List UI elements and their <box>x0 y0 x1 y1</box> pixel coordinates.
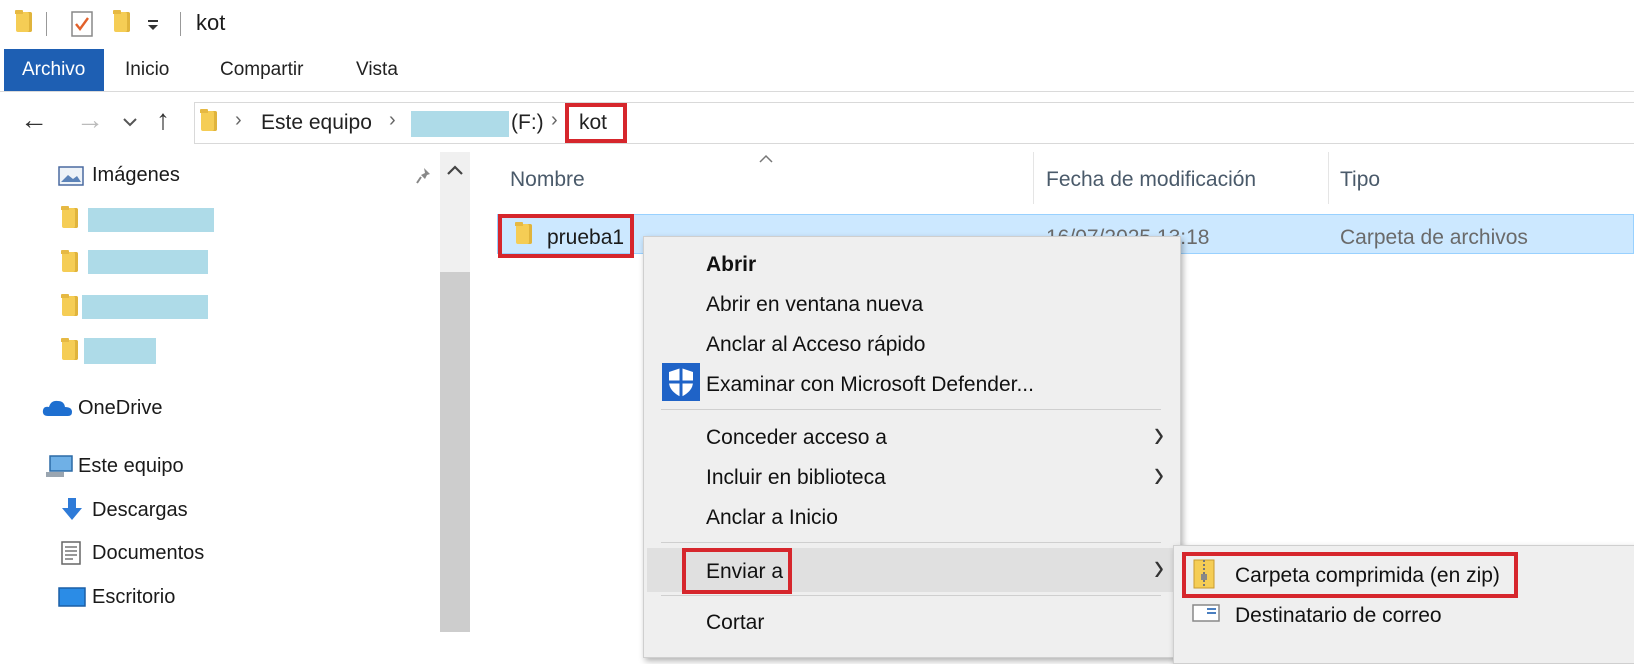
menu-separator <box>661 409 1161 410</box>
nav-scrollbar-thumb[interactable] <box>440 272 470 632</box>
menu-item-incluir-biblioteca[interactable]: Incluir en biblioteca <box>706 466 886 490</box>
title-bar: kot <box>0 0 1634 46</box>
breadcrumb-chevron-icon[interactable]: › <box>551 109 558 132</box>
nav-item-documentos[interactable]: Documentos <box>92 542 204 565</box>
submenu-item-destinatario-correo[interactable]: Destinatario de correo <box>1235 604 1442 628</box>
column-header-tipo[interactable]: Tipo <box>1340 168 1380 192</box>
folder-icon <box>61 294 78 316</box>
redacted-drive-label <box>411 111 509 137</box>
defender-shield-icon <box>662 363 700 401</box>
menu-item-anclar-acceso-rapido[interactable]: Anclar al Acceso rápido <box>706 333 925 357</box>
ribbon-tabs: Archivo Inicio Compartir Vista <box>0 49 1634 92</box>
up-button[interactable]: ↑ <box>156 104 170 136</box>
breadcrumb-chevron-icon[interactable]: › <box>235 109 242 132</box>
redacted-folder-name[interactable] <box>88 208 214 232</box>
redacted-folder-name[interactable] <box>84 338 156 364</box>
separator <box>180 12 181 36</box>
pin-icon[interactable] <box>414 166 434 186</box>
column-header-fecha[interactable]: Fecha de modificación <box>1046 168 1256 192</box>
folder-icon <box>15 10 32 32</box>
separator <box>46 12 47 36</box>
tab-archivo[interactable]: Archivo <box>4 49 104 91</box>
checklist-icon[interactable] <box>70 10 94 38</box>
folder-icon <box>61 206 78 228</box>
nav-item-imagenes[interactable]: Imágenes <box>92 164 180 187</box>
mail-recipient-icon <box>1192 604 1220 622</box>
back-button[interactable]: ← <box>20 104 48 136</box>
recent-locations-chevron-icon[interactable] <box>122 116 138 128</box>
file-type: Carpeta de archivos <box>1340 226 1528 249</box>
new-folder-icon[interactable] <box>113 10 130 32</box>
dropdown-icon[interactable] <box>146 18 160 32</box>
menu-separator <box>661 595 1161 596</box>
redacted-folder-name[interactable] <box>88 250 208 274</box>
folder-icon <box>61 250 78 272</box>
scroll-up-icon[interactable] <box>446 164 464 176</box>
folder-icon <box>61 338 78 360</box>
menu-item-conceder-acceso[interactable]: Conceder acceso a <box>706 426 887 450</box>
menu-item-cortar[interactable]: Cortar <box>706 611 764 635</box>
highlight-box <box>498 214 634 258</box>
documents-icon <box>61 541 81 565</box>
breadcrumb-chevron-icon[interactable]: › <box>389 109 396 132</box>
menu-item-abrir-ventana-nueva[interactable]: Abrir en ventana nueva <box>706 293 923 317</box>
nav-item-escritorio[interactable]: Escritorio <box>92 586 175 609</box>
breadcrumb-kot[interactable]: kot <box>579 111 607 135</box>
highlight-box <box>682 548 792 594</box>
window-title: kot <box>196 10 226 35</box>
context-menu: Abrir Abrir en ventana nueva Anclar al A… <box>643 236 1181 658</box>
tab-compartir[interactable]: Compartir <box>202 49 321 91</box>
desktop-icon <box>58 587 86 607</box>
column-divider[interactable] <box>1033 152 1034 204</box>
sort-ascending-icon <box>759 154 773 163</box>
address-bar[interactable]: › Este equipo › (F:) › kot <box>194 102 1634 144</box>
navigation-pane: Imágenes OneDrive Este equipo Descargas … <box>0 150 440 662</box>
submenu-arrow-icon: › <box>1154 452 1164 496</box>
menu-item-abrir[interactable]: Abrir <box>706 253 756 277</box>
menu-separator <box>661 542 1161 543</box>
redacted-folder-name[interactable] <box>82 295 208 319</box>
folder-icon <box>200 109 217 131</box>
breadcrumb-este-equipo[interactable]: Este equipo <box>261 111 372 135</box>
menu-item-anclar-inicio[interactable]: Anclar a Inicio <box>706 506 838 530</box>
submenu-arrow-icon: › <box>1154 545 1164 589</box>
this-pc-icon <box>46 455 73 477</box>
nav-item-onedrive[interactable]: OneDrive <box>78 397 162 420</box>
nav-item-este-equipo[interactable]: Este equipo <box>78 455 184 478</box>
tab-vista[interactable]: Vista <box>338 49 416 91</box>
tab-inicio[interactable]: Inicio <box>107 49 187 91</box>
column-divider[interactable] <box>1328 152 1329 204</box>
highlight-box <box>1182 552 1518 598</box>
nav-item-descargas[interactable]: Descargas <box>92 499 188 522</box>
column-header-nombre[interactable]: Nombre <box>510 168 585 192</box>
breadcrumb-drive[interactable]: (F:) <box>511 111 544 135</box>
pictures-icon <box>58 166 84 186</box>
onedrive-icon <box>42 400 72 416</box>
forward-button[interactable]: → <box>76 104 104 136</box>
submenu-arrow-icon: › <box>1154 412 1164 456</box>
menu-item-examinar-defender[interactable]: Examinar con Microsoft Defender... <box>706 373 1034 397</box>
download-icon <box>62 498 82 520</box>
send-to-submenu: Carpeta comprimida (en zip) Destinatario… <box>1173 545 1634 664</box>
